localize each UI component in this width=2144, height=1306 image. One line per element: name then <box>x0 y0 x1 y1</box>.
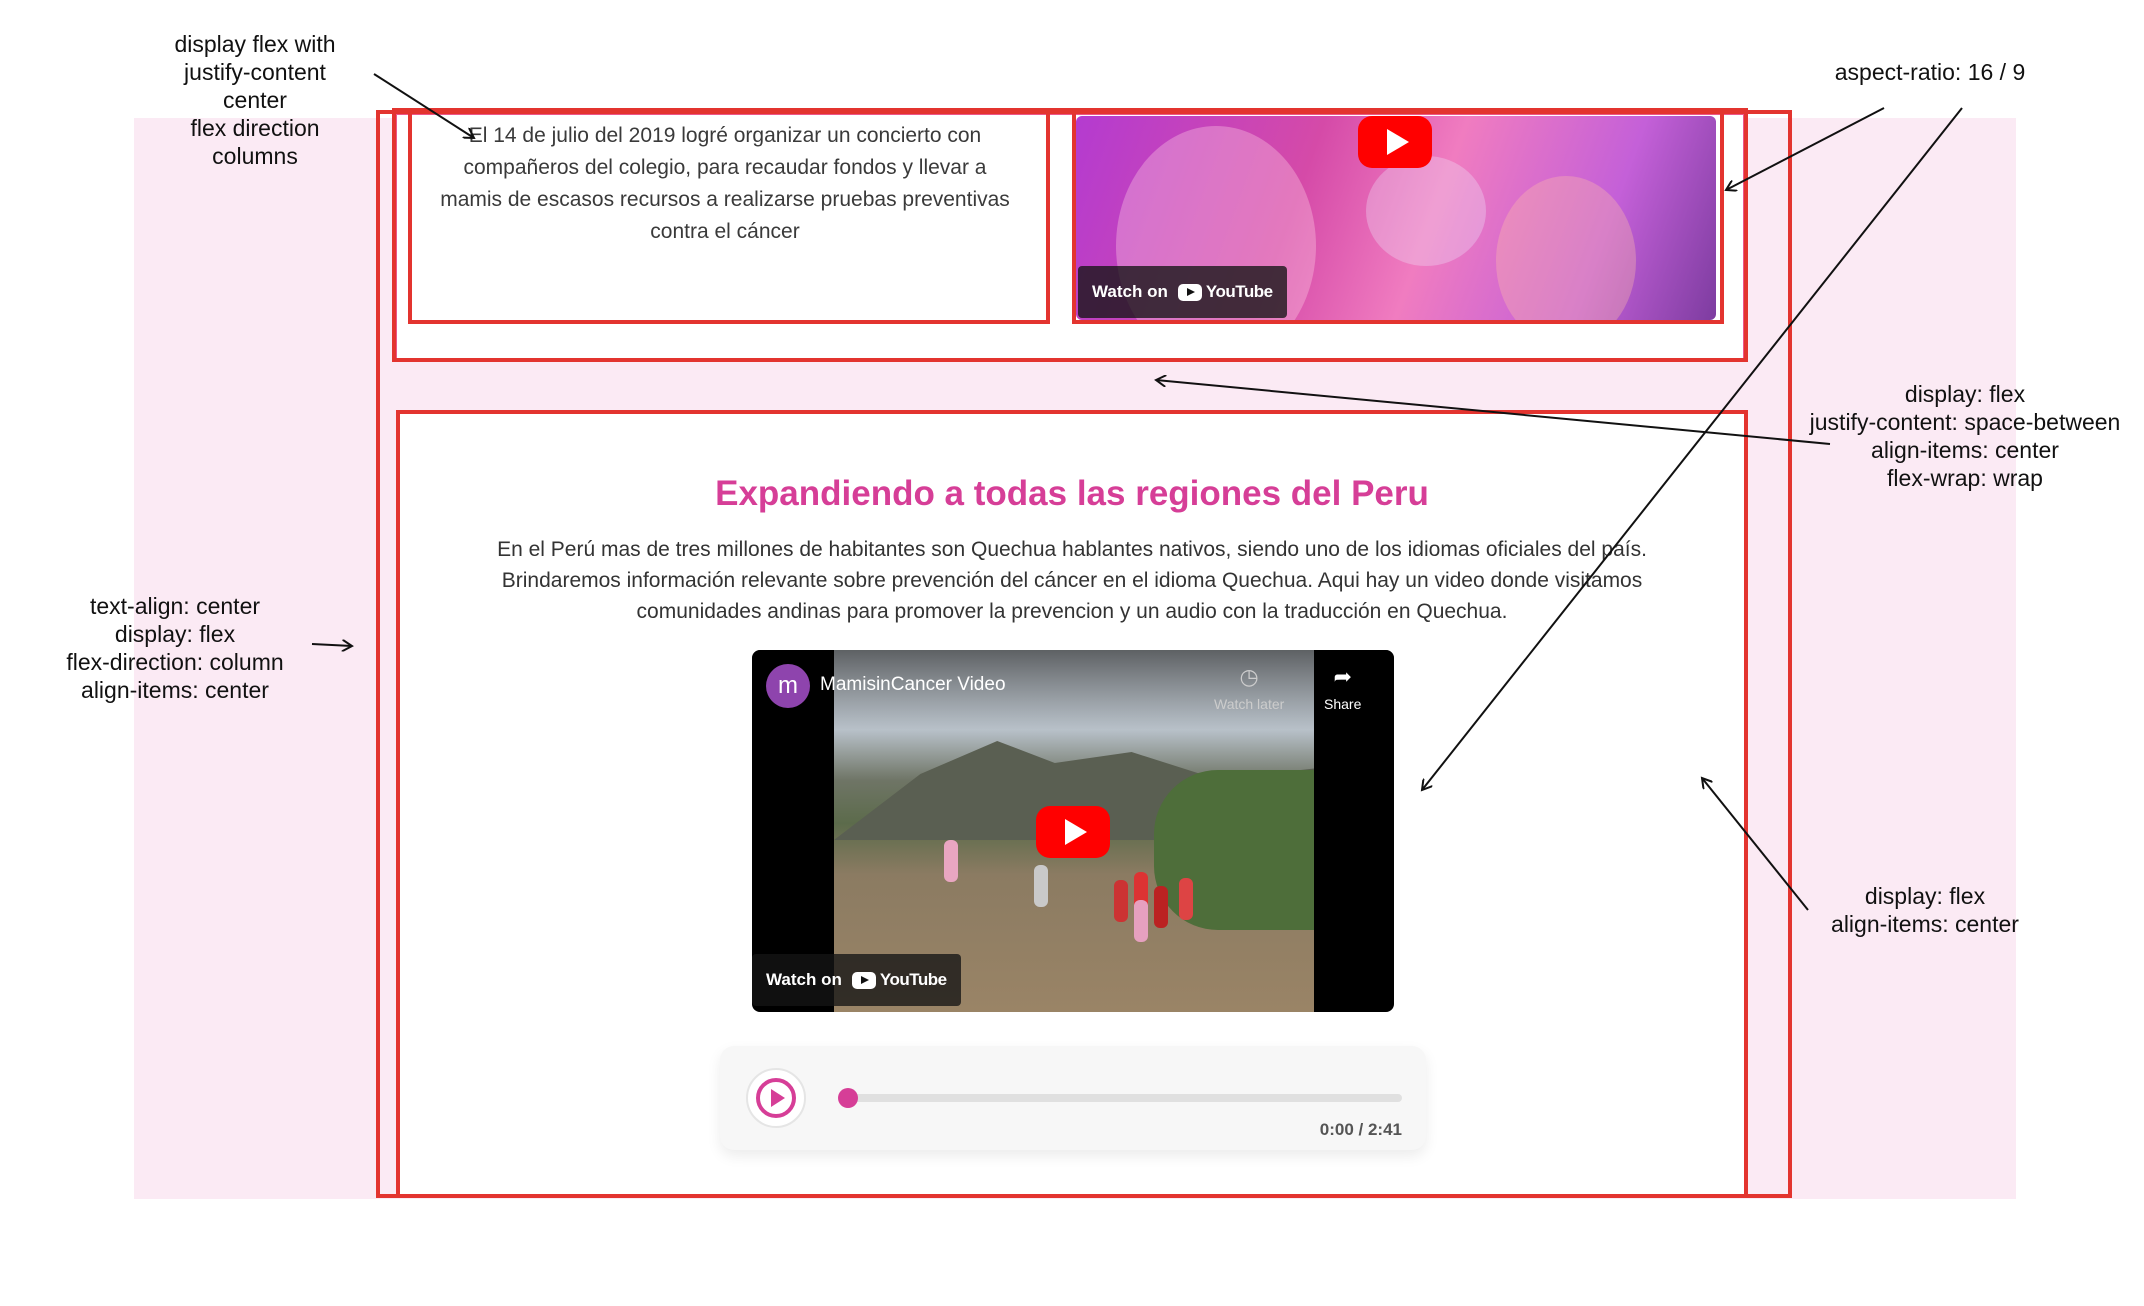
arrow-space-between <box>1156 380 1831 445</box>
arrow-align-center <box>1702 778 1809 911</box>
arrow-aspect-bottom <box>1422 107 1963 790</box>
annotation-arrows <box>311 73 1963 911</box>
arrow-flex-column <box>373 73 474 138</box>
arrow-text-center <box>311 644 352 646</box>
arrow-aspect-top <box>1726 107 1885 190</box>
